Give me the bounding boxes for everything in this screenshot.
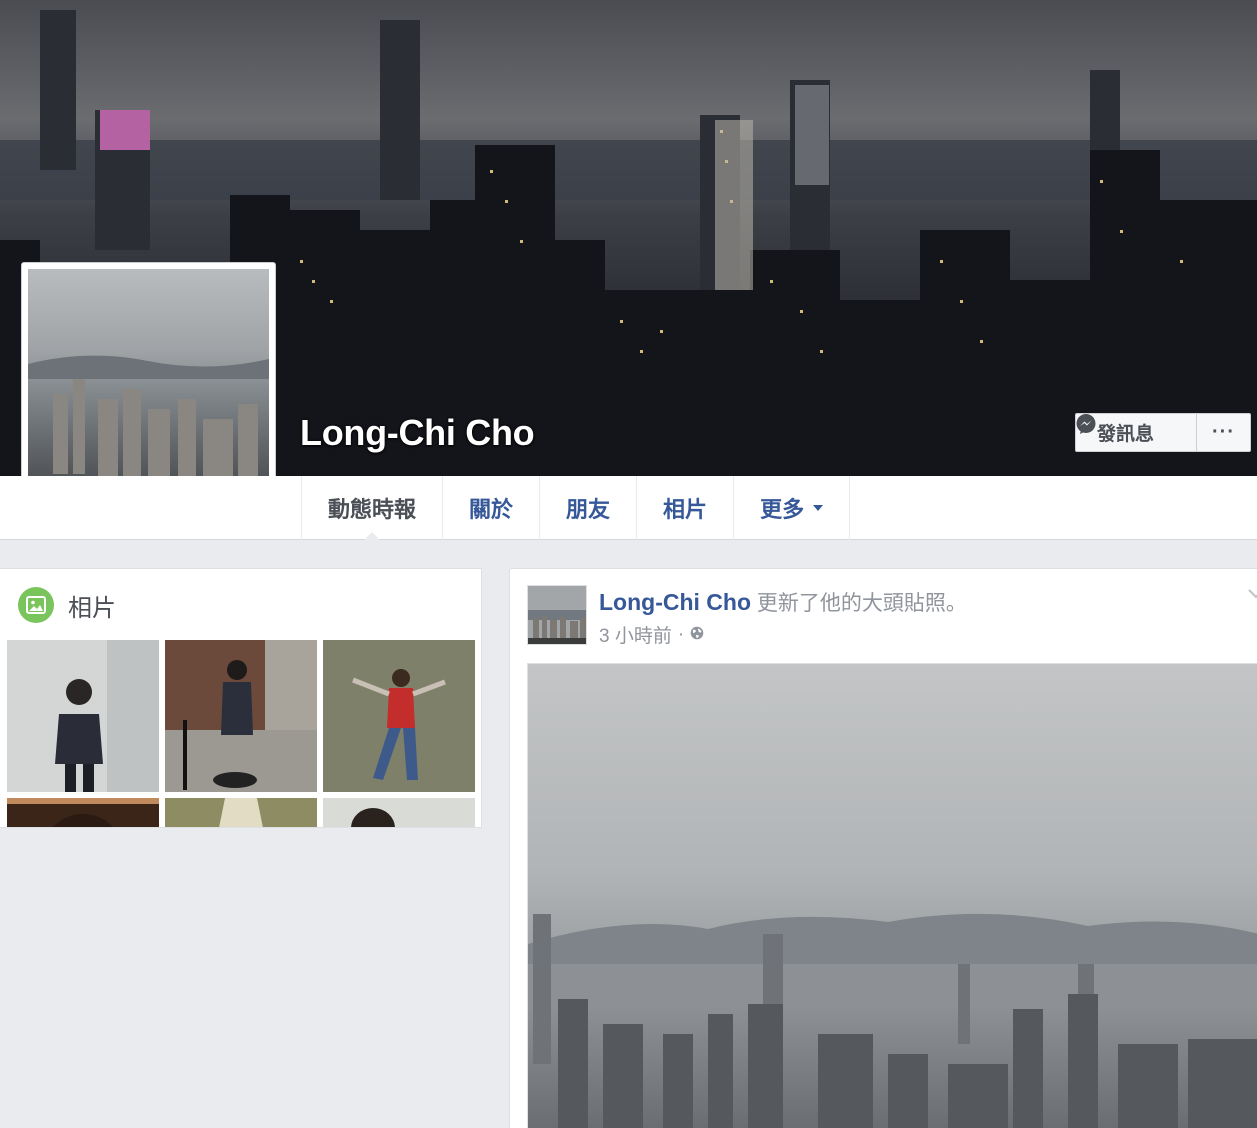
message-button[interactable]: 發訊息 (1075, 413, 1197, 452)
profile-nav: 動態時報 關於 朋友 相片 更多 (0, 476, 1257, 541)
photo-thumbnail[interactable] (323, 640, 475, 792)
post-header: Long-Chi Cho 更新了他的大頭貼照。 (599, 587, 967, 617)
post-action-text: 更新了他的大頭貼照。 (751, 592, 967, 615)
photo-thumbnail[interactable] (323, 798, 475, 827)
post-author-name[interactable]: Long-Chi Cho (599, 589, 751, 615)
message-button-label: 發訊息 (1097, 424, 1155, 445)
profile-picture-image (28, 269, 269, 510)
post-photo-image (528, 664, 1257, 1128)
photos-title: 相片 (68, 594, 116, 622)
tab-about[interactable]: 關於 (442, 476, 539, 540)
timeline-post: Long-Chi Cho 更新了他的大頭貼照。 3 小時前 · (509, 568, 1257, 1128)
photo-thumbnail[interactable] (7, 798, 159, 827)
profile-tabs: 動態時報 關於 朋友 相片 更多 (301, 476, 851, 541)
profile-name[interactable]: Long-Chi Cho (300, 412, 535, 454)
globe-icon[interactable] (690, 624, 704, 646)
tab-more[interactable]: 更多 (733, 476, 851, 540)
chevron-down-icon (813, 505, 824, 511)
tab-friends[interactable]: 朋友 (539, 476, 636, 540)
more-options-button[interactable]: ··· (1197, 413, 1251, 452)
photo-thumbnail[interactable] (165, 640, 317, 792)
photo-icon (18, 587, 54, 623)
post-author-avatar[interactable] (527, 585, 587, 645)
meta-separator: · (677, 623, 685, 645)
active-tab-indicator (363, 532, 381, 541)
tab-timeline[interactable]: 動態時報 (301, 476, 442, 541)
photo-thumbnail[interactable] (7, 640, 159, 792)
photo-thumbnail[interactable] (165, 798, 317, 827)
post-meta: 3 小時前 · (599, 621, 704, 648)
photos-header[interactable]: 相片 (18, 587, 116, 623)
post-photo[interactable] (527, 663, 1257, 1128)
tab-photos[interactable]: 相片 (636, 476, 733, 540)
cover-actions: 發訊息 ··· (1075, 413, 1251, 452)
photos-card: 相片 (0, 568, 482, 828)
post-timestamp[interactable]: 3 小時前 (599, 621, 672, 648)
photos-grid (7, 640, 475, 827)
